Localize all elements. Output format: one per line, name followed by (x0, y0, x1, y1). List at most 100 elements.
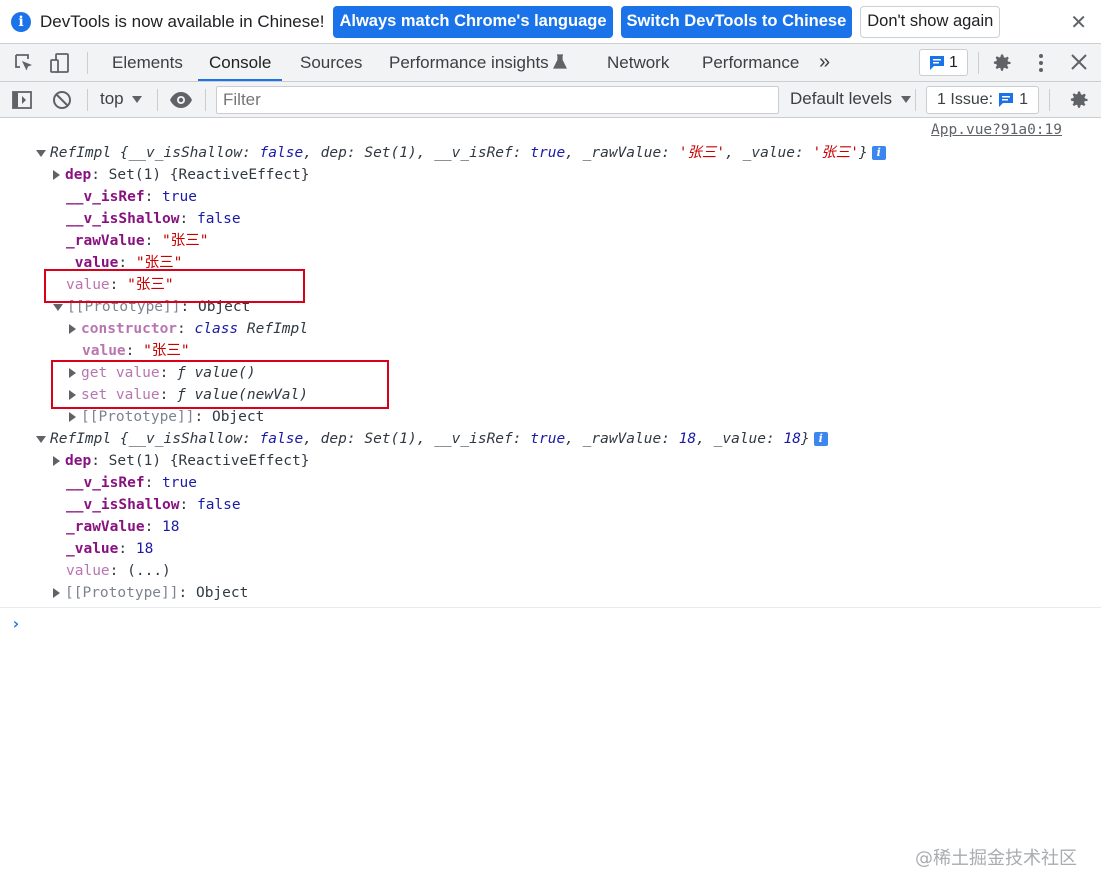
property-value: Object (195, 585, 249, 601)
context-selector[interactable]: top (100, 89, 143, 109)
property-key: [[Prototype]] (65, 585, 179, 601)
property-isshallow: __v_isShallow: false (66, 211, 241, 227)
property-key: __v_isShallow (66, 497, 180, 513)
property-value: false (196, 497, 241, 513)
property-isref: __v_isRef: true (66, 189, 197, 205)
more-tabs-icon[interactable]: » (819, 44, 830, 81)
summary-value: Set(1) (364, 431, 417, 447)
switch-to-chinese-button[interactable]: Switch DevTools to Chinese (620, 5, 853, 38)
property-value: "张三" (143, 343, 190, 359)
property-proto-value: value: "张三" (82, 343, 190, 359)
summary-value: false (259, 145, 304, 161)
summary-class: RefImpl (50, 145, 112, 161)
language-infobar: i DevTools is now available in Chinese! … (0, 0, 1101, 44)
property-prototype-nested[interactable]: [[Prototype]]: Object (69, 406, 264, 428)
expand-triangle-icon (69, 324, 76, 334)
property-value: "张三" (162, 233, 209, 249)
summary-key: __v_isShallow (128, 145, 243, 161)
watermark: @稀土掘金技术社区 (915, 848, 1077, 869)
property-isshallow: __v_isShallow: false (66, 497, 241, 513)
summary-class: RefImpl (50, 431, 112, 447)
summary-value: 18 (783, 431, 801, 447)
object-summary-2[interactable]: RefImpl {__v_isShallow: false, dep: Set(… (36, 428, 828, 450)
keyword: class (194, 321, 239, 337)
property-rawvalue: _rawValue: "张三" (66, 233, 209, 249)
toolbar-divider (87, 89, 88, 111)
console-output: App.vue?91a0:19 RefImpl {__v_isShallow: … (0, 118, 1101, 892)
expand-triangle-icon (53, 588, 60, 598)
message-icon (930, 55, 945, 70)
device-toolbar-icon[interactable] (49, 52, 71, 79)
tab-console[interactable]: Console (198, 44, 283, 81)
settings-gear-icon[interactable] (990, 51, 1014, 80)
dropdown-arrow-icon (132, 96, 143, 104)
message-icon (999, 93, 1014, 107)
tab-performance-insights[interactable]: Performance insights (389, 44, 568, 81)
expand-triangle-icon (36, 435, 46, 443)
tab-label: Performance insights (389, 53, 549, 72)
source-link[interactable]: App.vue?91a0:19 (931, 122, 1062, 138)
property-value-getter[interactable]: value: (...) (66, 560, 171, 582)
toolbar-divider (205, 89, 206, 111)
expand-triangle-icon (69, 412, 76, 422)
property-key: value (66, 563, 110, 579)
close-icon[interactable]: ✕ (1070, 10, 1087, 35)
info-icon[interactable]: i (871, 146, 886, 160)
tab-elements[interactable]: Elements (112, 44, 183, 81)
toolbar-divider (1049, 89, 1050, 111)
infobar-message: DevTools is now available in Chinese! (40, 11, 325, 31)
inspect-element-icon[interactable] (13, 52, 35, 79)
log-levels-dropdown[interactable]: Default levels (790, 89, 911, 109)
more-options-icon[interactable] (1031, 52, 1051, 79)
property-dep[interactable]: dep: Set(1) {ReactiveEffect} (53, 164, 309, 186)
toolbar-divider (87, 52, 88, 74)
property-key: dep (65, 167, 92, 183)
clear-console-icon[interactable] (51, 89, 73, 116)
highlight-box-value (44, 269, 305, 303)
property-value: 18 (135, 541, 154, 557)
filter-input[interactable] (216, 86, 779, 114)
property-value: Object (211, 409, 265, 425)
beaker-icon (553, 54, 568, 69)
property-rawvalue: _rawValue: 18 (66, 519, 180, 535)
tab-sources[interactable]: Sources (300, 44, 362, 81)
summary-key: _rawValue (582, 431, 662, 447)
info-icon: i (11, 11, 31, 32)
property-value: true (162, 189, 197, 205)
dont-show-again-button[interactable]: Don't show again (860, 5, 1001, 38)
highlight-box-accessors (51, 360, 389, 409)
property-prototype[interactable]: [[Prototype]]: Object (53, 582, 248, 604)
live-expression-eye-icon[interactable] (169, 90, 193, 115)
console-prompt-icon[interactable]: › (11, 614, 21, 633)
toolbar-divider (157, 89, 158, 111)
property-constructor[interactable]: constructor: class RefImpl (69, 318, 308, 340)
property-value: 18 (162, 519, 180, 535)
summary-key: _rawValue (582, 145, 662, 161)
issues-message-button[interactable]: 1 (919, 49, 968, 76)
always-match-language-button[interactable]: Always match Chrome's language (333, 5, 613, 38)
property-key: _value (66, 541, 119, 557)
property-value[interactable]: (...) (127, 563, 171, 579)
summary-key: __v_isShallow (128, 431, 243, 447)
property-key: _rawValue (66, 233, 145, 249)
close-devtools-icon[interactable] (1069, 52, 1089, 77)
property-value: Set(1) {ReactiveEffect} (108, 453, 310, 469)
property-key: constructor (81, 321, 178, 337)
summary-key: dep (320, 145, 347, 161)
info-icon[interactable]: i (813, 432, 828, 446)
summary-value: false (259, 431, 304, 447)
tab-performance[interactable]: Performance (702, 44, 799, 81)
object-summary-1[interactable]: RefImpl {__v_isShallow: false, dep: Set(… (36, 142, 886, 164)
tab-network[interactable]: Network (607, 44, 669, 81)
sidebar-toggle-icon[interactable] (11, 89, 33, 116)
property-isref: __v_isRef: true (66, 475, 197, 491)
property-dep[interactable]: dep: Set(1) {ReactiveEffect} (53, 450, 309, 472)
issues-count: 1 (1019, 91, 1028, 108)
dropdown-arrow-icon (900, 96, 911, 104)
summary-key: _value (713, 431, 767, 447)
issues-button[interactable]: 1 Issue: 1 (926, 86, 1039, 114)
property-key: __v_isShallow (66, 211, 180, 227)
summary-value: '张三' (678, 145, 726, 161)
console-settings-gear-icon[interactable] (1067, 88, 1091, 117)
property-key: __v_isRef (66, 475, 145, 491)
